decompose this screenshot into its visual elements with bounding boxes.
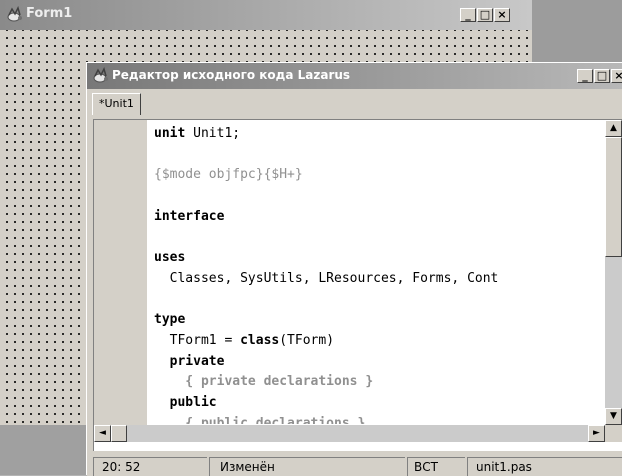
vertical-scroll-thumb[interactable] xyxy=(605,137,622,257)
code-line-blank[interactable] xyxy=(154,227,604,248)
status-cursor-position: 20: 52 xyxy=(93,457,207,476)
horizontal-scroll-thumb[interactable] xyxy=(111,425,127,442)
code-text-segment: TForm1 = xyxy=(154,332,241,348)
code-line[interactable]: uses xyxy=(154,248,604,269)
code-line[interactable]: Classes, SysUtils, LResources, Forms, Co… xyxy=(154,269,604,290)
code-line[interactable]: private xyxy=(154,352,604,373)
status-modified: Изменён xyxy=(209,457,405,476)
code-line[interactable]: public xyxy=(154,393,604,414)
form1-app-icon xyxy=(7,6,22,22)
code-editor[interactable]: unit Unit1; {$mode objfpc}{$H+} interfac… xyxy=(93,119,622,451)
editor-maximize-button[interactable]: □ xyxy=(594,69,610,83)
code-text-segment: Classes, SysUtils, LResources, Forms, Co… xyxy=(154,270,499,286)
code-keyword: private xyxy=(154,353,225,369)
desktop-background xyxy=(532,0,622,62)
code-line[interactable]: interface xyxy=(154,207,604,228)
form1-titlebar[interactable]: Form1 _ □ × xyxy=(0,0,532,30)
scroll-left-arrow-icon[interactable]: ◄ xyxy=(94,425,111,442)
scroll-down-arrow-icon[interactable]: ▼ xyxy=(605,408,622,425)
code-keyword: interface xyxy=(154,208,225,224)
editor-app-icon xyxy=(93,67,108,83)
code-line[interactable]: unit Unit1; xyxy=(154,124,604,145)
code-keyword: unit xyxy=(154,126,186,141)
code-line[interactable]: { public declarations } xyxy=(154,414,604,424)
code-line[interactable]: { private declarations } xyxy=(154,372,604,393)
code-text[interactable]: unit Unit1; {$mode objfpc}{$H+} interfac… xyxy=(154,124,604,424)
code-keyword: class xyxy=(240,332,280,348)
code-comment: { private declarations } xyxy=(154,374,374,390)
code-text-segment: (TForm) xyxy=(279,332,335,348)
scrollbar-corner xyxy=(605,425,622,442)
form1-maximize-button[interactable]: □ xyxy=(477,8,493,22)
scroll-up-arrow-icon[interactable]: ▲ xyxy=(605,120,622,137)
tab-unit1[interactable]: *Unit1 xyxy=(92,93,141,115)
code-text-segment: Unit1; xyxy=(185,126,241,141)
status-filename: unit1.pas xyxy=(467,457,622,476)
vertical-scrollbar[interactable]: ▲ ▼ xyxy=(605,120,622,425)
editor-title: Редактор исходного кода Lazarus xyxy=(112,68,351,82)
scroll-right-arrow-icon[interactable]: ► xyxy=(588,425,605,442)
code-keyword: public xyxy=(154,394,217,410)
form1-close-button[interactable]: × xyxy=(494,8,510,22)
code-comment: { public declarations } xyxy=(154,415,366,424)
code-directive: {$mode objfpc}{$H+} xyxy=(154,167,303,183)
code-line-blank[interactable] xyxy=(154,290,604,311)
code-line[interactable]: {$mode objfpc}{$H+} xyxy=(154,165,604,186)
form1-title: Form1 xyxy=(26,6,73,21)
horizontal-scroll-track[interactable] xyxy=(94,425,605,442)
code-line-blank[interactable] xyxy=(154,145,604,166)
editor-minimize-button[interactable]: _ xyxy=(577,69,593,83)
code-line[interactable]: TForm1 = class(TForm) xyxy=(154,331,604,352)
code-line[interactable]: type xyxy=(154,310,604,331)
status-insert-mode: ВСТ xyxy=(407,457,465,476)
source-editor-window: Редактор исходного кода Lazarus _ □ × *U… xyxy=(86,62,622,476)
horizontal-scrollbar[interactable]: ◄ ► xyxy=(94,425,605,442)
desktop-background xyxy=(0,425,86,475)
editor-close-button[interactable]: × xyxy=(611,69,622,83)
editor-gutter[interactable] xyxy=(94,120,147,425)
editor-statusbar: 20: 52 Изменён ВСТ unit1.pas xyxy=(87,455,622,476)
editor-tabstrip: *Unit1 xyxy=(87,89,622,115)
form1-minimize-button[interactable]: _ xyxy=(460,8,476,22)
code-keyword: uses xyxy=(154,250,186,266)
code-keyword: type xyxy=(154,312,186,328)
code-line-blank[interactable] xyxy=(154,186,604,207)
editor-titlebar[interactable]: Редактор исходного кода Lazarus _ □ × xyxy=(87,63,622,89)
